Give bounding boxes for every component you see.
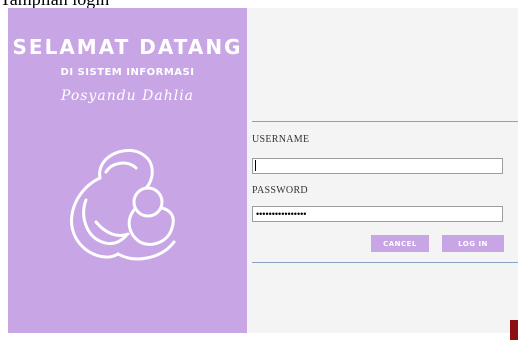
text-caret — [255, 160, 256, 171]
username-input[interactable] — [252, 158, 503, 174]
bottom-divider — [252, 262, 518, 263]
welcome-title: SELAMAT DATANG — [12, 35, 243, 59]
top-divider — [252, 121, 518, 122]
password-label: PASSWORD — [252, 185, 308, 196]
corner-mark — [510, 320, 518, 340]
brand-name: Posyandu Dahlia — [60, 88, 195, 104]
mother-child-icon — [70, 148, 176, 261]
cancel-button[interactable]: CANCEL — [371, 235, 429, 252]
welcome-panel: SELAMAT DATANG DI SISTEM INFORMASI Posya… — [8, 8, 247, 333]
username-label: USERNAME — [252, 134, 310, 145]
password-input[interactable] — [252, 206, 503, 222]
login-button[interactable]: LOG IN — [442, 235, 504, 252]
welcome-subtitle: DI SISTEM INFORMASI — [60, 67, 195, 78]
